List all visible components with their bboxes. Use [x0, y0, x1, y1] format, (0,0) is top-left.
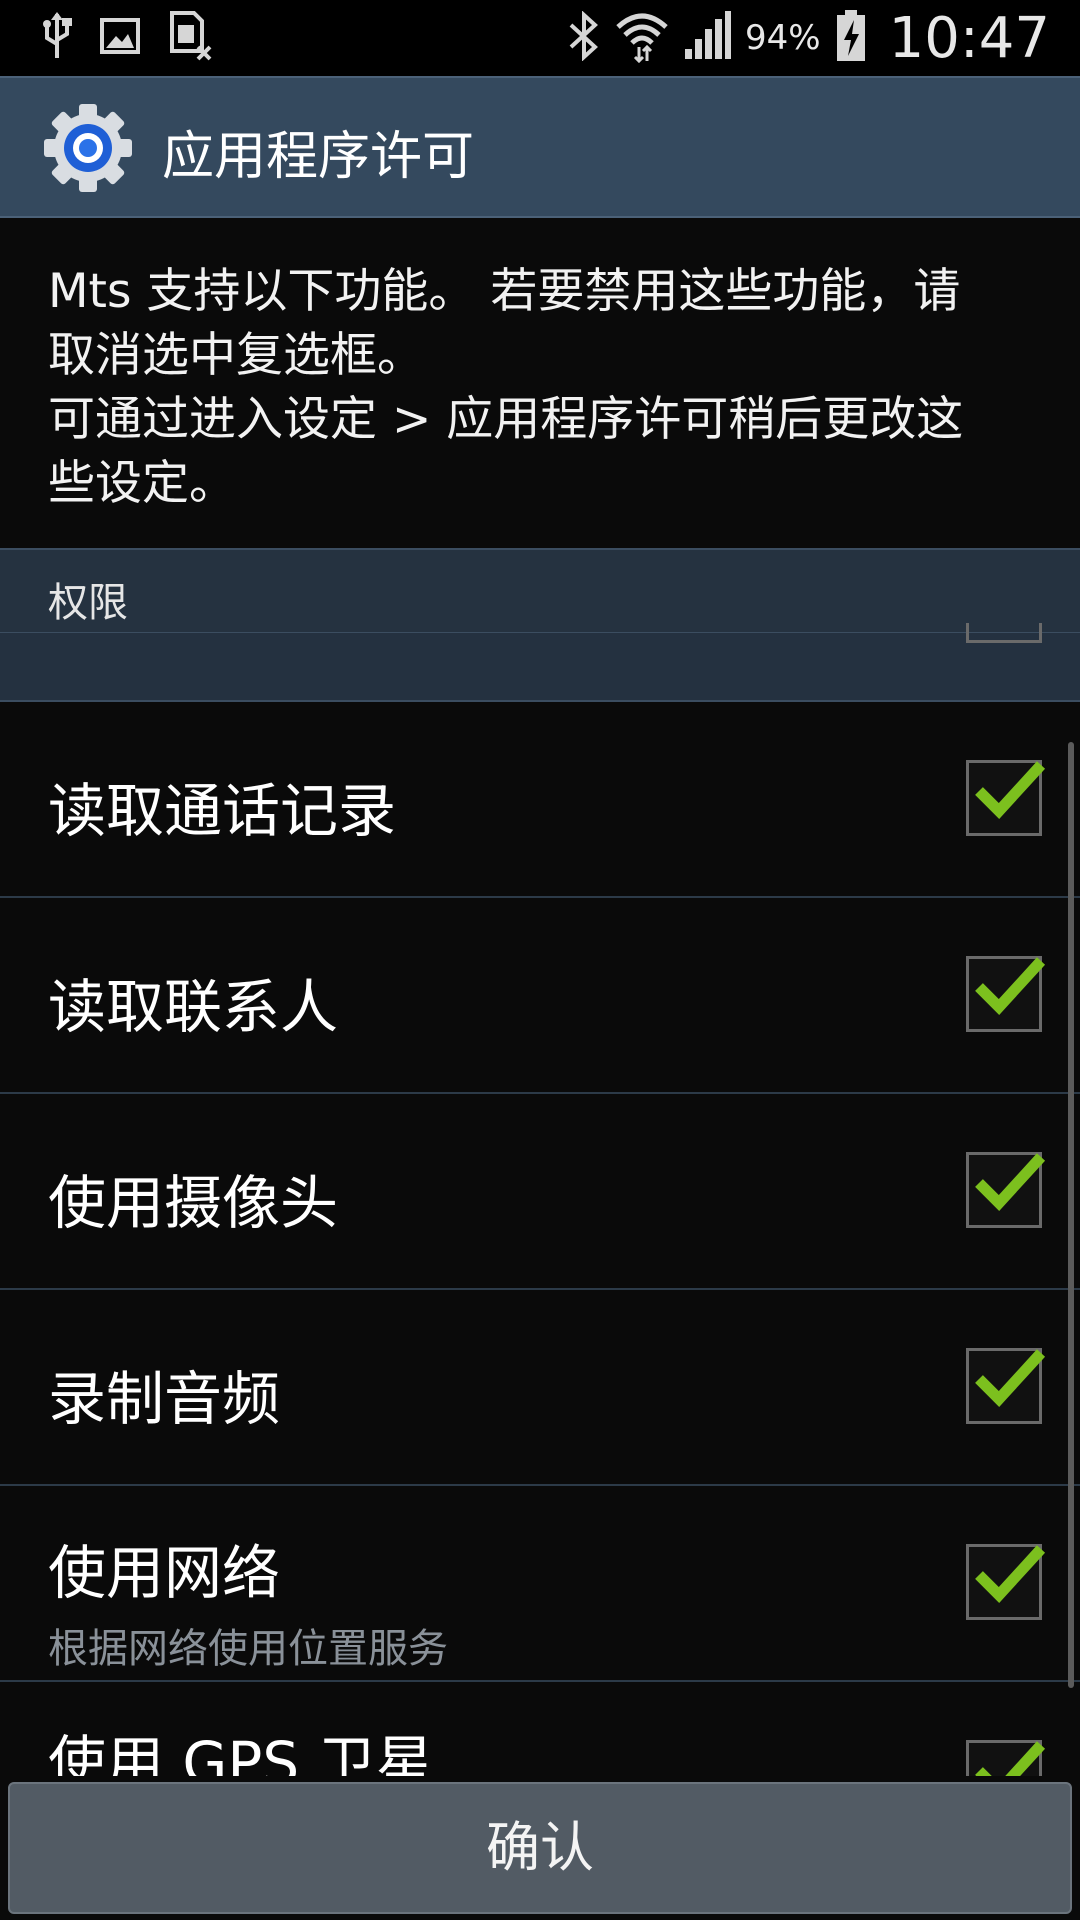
permission-checkbox[interactable]	[966, 1152, 1046, 1228]
action-bar: 应用程序许可	[0, 76, 1080, 218]
permission-subtitle: 根据网络使用位置服务	[48, 1626, 448, 1672]
scrollbar[interactable]	[1068, 742, 1074, 1688]
confirm-button[interactable]: 确认	[8, 1782, 1072, 1914]
permission-item-camera[interactable]: 使用摄像头	[0, 1094, 1080, 1290]
permission-title: 读取联系人	[48, 973, 339, 1041]
sim-card-icon	[168, 11, 214, 65]
permission-item-call-log[interactable]: 读取通话记录	[0, 702, 1080, 898]
bluetooth-icon	[567, 10, 601, 65]
permission-title: 使用网络	[48, 1539, 281, 1607]
page-title: 应用程序许可	[162, 127, 475, 187]
checkmark-icon	[975, 1545, 1046, 1603]
description-panel: Mts 支持以下功能。 若要禁用这些功能，请 取消选中复选框。 可通过进入设定 …	[0, 218, 1080, 548]
permission-checkbox[interactable]	[966, 956, 1046, 1032]
status-bar: 94% 10:47	[0, 0, 1080, 76]
battery-percent: 94%	[745, 18, 821, 58]
permission-item-network-location[interactable]: 使用网络 根据网络使用位置服务	[0, 1486, 1080, 1682]
description-text: Mts 支持以下功能。 若要禁用这些功能，请 取消选中复选框。 可通过进入设定 …	[48, 264, 964, 511]
permission-title: 使用摄像头	[48, 1169, 339, 1237]
checkmark-icon	[975, 761, 1046, 819]
permission-title: 读取通话记录	[48, 777, 397, 845]
permission-checkbox[interactable]	[966, 1544, 1046, 1620]
checkmark-icon	[975, 1153, 1046, 1211]
permission-title: 录制音频	[48, 1365, 281, 1433]
section-header: 权限	[0, 548, 1080, 632]
permission-list: 读取通话记录 读取联系人 使用摄像头 录制音频 使用网络 根据网络使用位置服务 …	[0, 702, 1080, 1878]
settings-gear-icon	[42, 102, 134, 194]
partial-checkbox[interactable]	[966, 623, 1042, 643]
permission-item-audio[interactable]: 录制音频	[0, 1290, 1080, 1486]
image-icon	[100, 16, 140, 60]
clock: 10:47	[888, 5, 1050, 71]
permission-checkbox[interactable]	[966, 1348, 1046, 1424]
permission-item-contacts[interactable]: 读取联系人	[0, 898, 1080, 1094]
checkmark-icon	[975, 957, 1046, 1015]
signal-icon	[683, 11, 732, 65]
permission-checkbox[interactable]	[966, 760, 1046, 836]
button-bar: 确认	[0, 1776, 1080, 1920]
usb-icon	[42, 12, 72, 64]
section-label: 权限	[48, 580, 128, 626]
checkmark-icon	[975, 1349, 1046, 1407]
partial-list-item	[0, 623, 1080, 702]
wifi-icon	[615, 9, 669, 67]
battery-charging-icon	[835, 10, 867, 66]
